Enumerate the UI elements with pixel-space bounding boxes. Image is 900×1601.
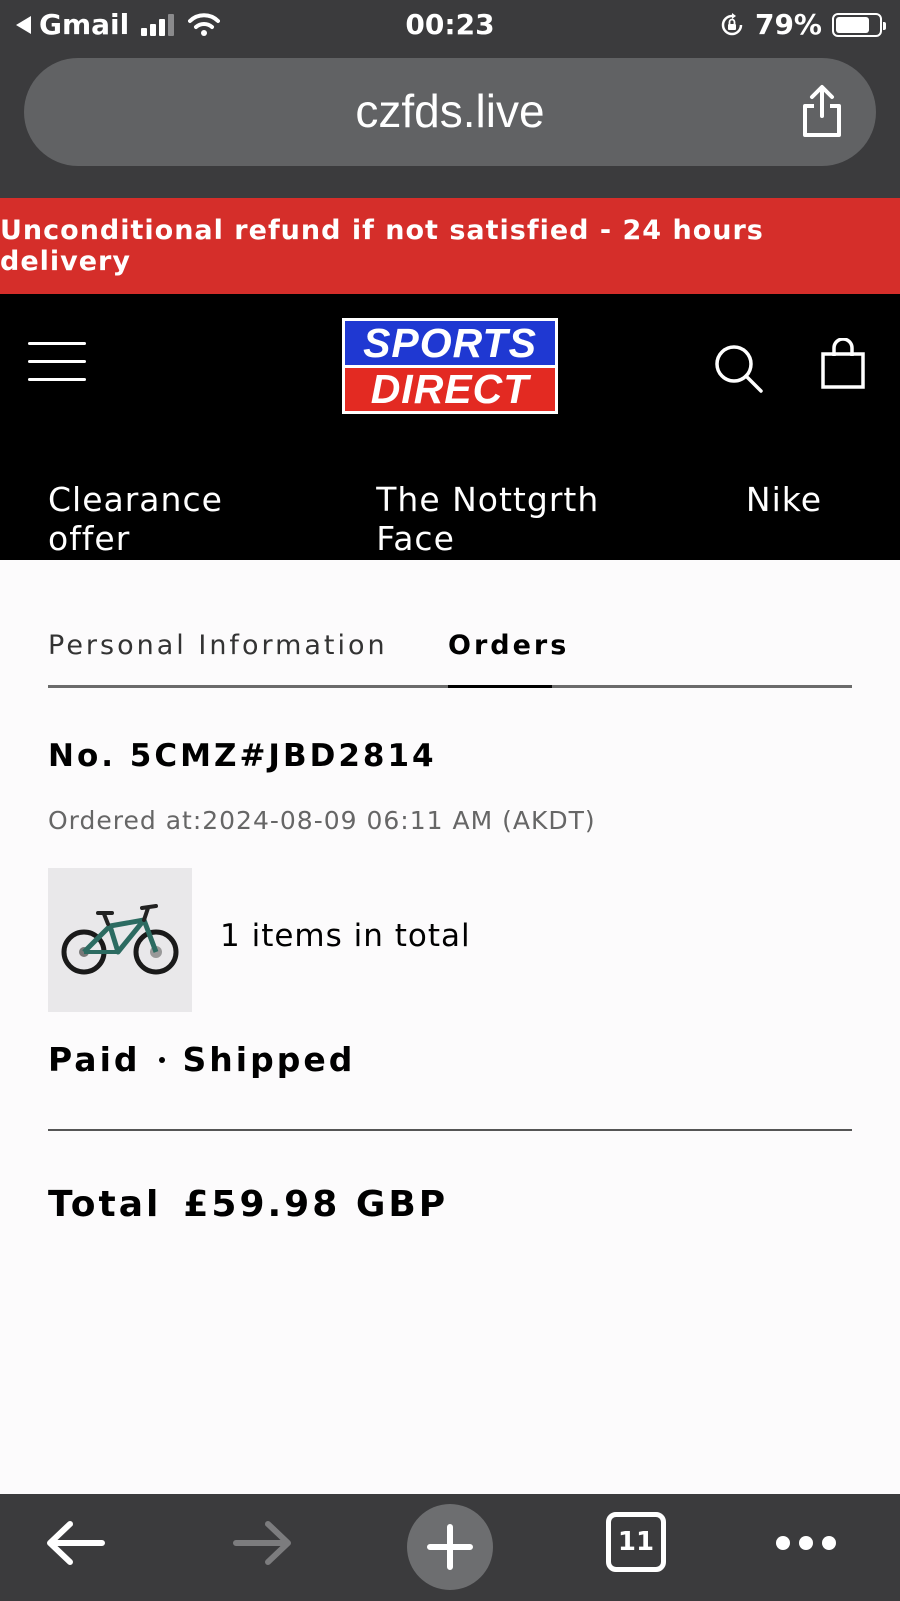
battery-percent: 79% xyxy=(754,8,822,41)
wifi-icon xyxy=(188,12,221,36)
tabs-button[interactable]: 11 xyxy=(606,1512,666,1572)
category-nav: Clearance offer The Nottgrth Face Nike xyxy=(48,480,900,558)
orientation-lock-icon xyxy=(721,12,743,35)
order-date: Ordered at:2024-08-09 06:11 AM (AKDT) xyxy=(48,806,596,835)
tab-personal-information[interactable]: Personal Information xyxy=(48,630,388,661)
battery-icon xyxy=(832,12,886,37)
search-icon[interactable] xyxy=(712,342,764,394)
share-icon[interactable] xyxy=(800,84,844,138)
status-bar: Gmail 00:23 79% xyxy=(0,0,900,52)
back-app-label: Gmail xyxy=(39,8,130,41)
active-tab-indicator xyxy=(448,685,552,688)
bicycle-image xyxy=(61,904,179,975)
tab-orders[interactable]: Orders xyxy=(448,630,569,661)
plus-icon xyxy=(427,1524,473,1570)
logo-top-text: SPORTS xyxy=(345,321,555,365)
battery-fill xyxy=(836,16,870,33)
url-text[interactable]: czfds.live xyxy=(24,84,876,138)
shipping-status: Shipped xyxy=(182,1040,356,1079)
items-count: 1 items in total xyxy=(220,918,471,954)
back-triangle-icon xyxy=(16,15,31,34)
forward-arrow-icon[interactable] xyxy=(232,1518,294,1568)
new-tab-button[interactable] xyxy=(407,1504,493,1590)
divider xyxy=(48,1129,852,1131)
back-arrow-icon[interactable] xyxy=(44,1518,106,1568)
total-amount: £59.98 GBP xyxy=(183,1184,449,1225)
menu-icon[interactable] xyxy=(28,342,86,382)
browser-toolbar: 11 xyxy=(0,1494,900,1601)
nav-link-clearance[interactable]: Clearance offer xyxy=(48,480,298,558)
browser-address-area: czfds.live xyxy=(0,52,900,198)
account-tabs: Personal Information Orders xyxy=(48,630,852,688)
status-separator xyxy=(158,1056,165,1063)
cellular-signal-icon xyxy=(141,13,175,36)
nav-link-north-face[interactable]: The Nottgrth Face xyxy=(376,480,668,558)
more-menu-icon[interactable] xyxy=(776,1528,836,1558)
nav-link-nike[interactable]: Nike xyxy=(746,480,822,558)
payment-status: Paid xyxy=(48,1040,141,1079)
logo-bottom-text: DIRECT xyxy=(345,368,555,411)
site-header: SPORTS DIRECT Clearance offer The Nottgr… xyxy=(0,294,900,560)
shopping-bag-icon[interactable] xyxy=(820,338,866,390)
order-status: Paid Shipped xyxy=(48,1040,355,1079)
address-bar[interactable]: czfds.live xyxy=(24,58,876,166)
status-right: 79% xyxy=(719,8,886,41)
product-thumbnail[interactable] xyxy=(48,868,192,1012)
sports-direct-logo[interactable]: SPORTS DIRECT xyxy=(342,318,558,414)
order-total: Total £59.98 GBP xyxy=(48,1184,448,1225)
order-number: No. 5CMZ#JBD2814 xyxy=(48,738,437,774)
back-to-app[interactable]: Gmail xyxy=(16,8,221,41)
total-label: Total xyxy=(48,1184,162,1225)
promo-banner: Unconditional refund if not satisfied - … xyxy=(0,198,900,294)
